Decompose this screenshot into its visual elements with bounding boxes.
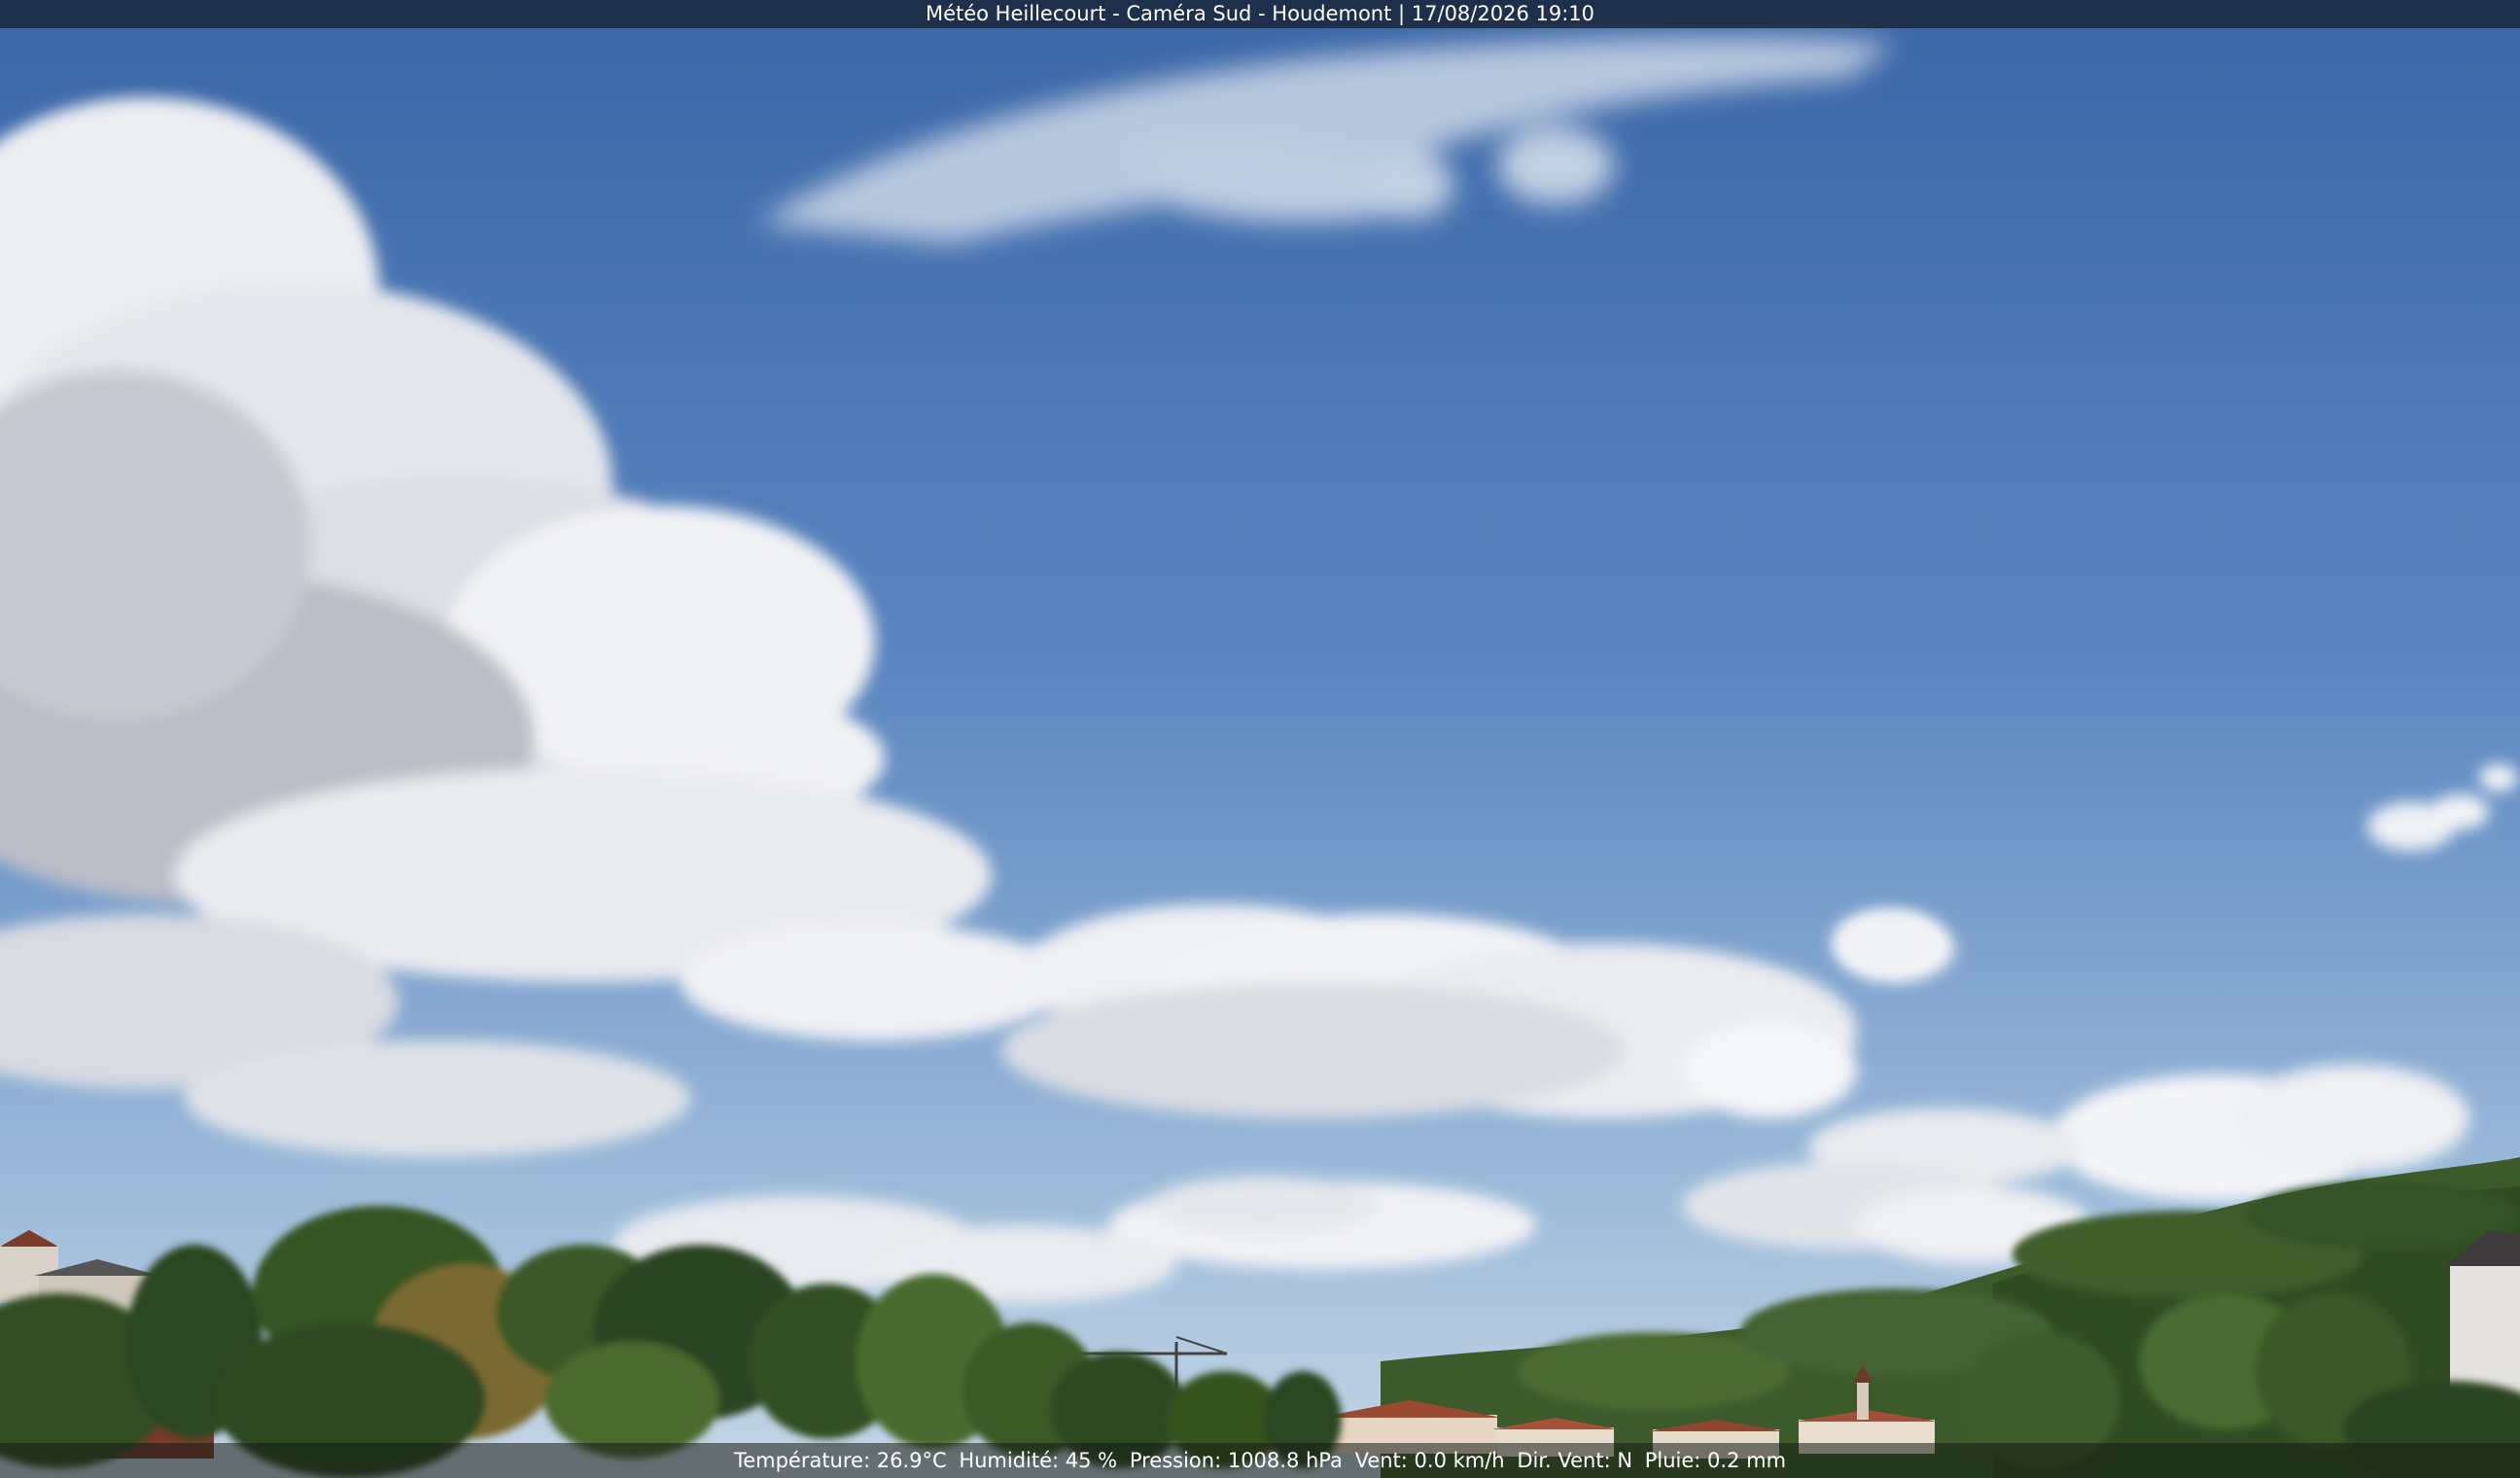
camera-title-bar: Météo Heillecourt - Caméra Sud - Houdemo… — [0, 0, 2520, 28]
humidity-readout: Humidité: 45 % — [959, 1449, 1118, 1472]
wind-direction-readout: Dir. Vent: N — [1517, 1449, 1633, 1472]
webcam-image — [0, 0, 2520, 1478]
camera-title: Météo Heillecourt - Caméra Sud - Houdemo… — [925, 2, 1595, 25]
pressure-readout: Pression: 1008.8 hPa — [1129, 1449, 1343, 1472]
weather-status-bar: Température: 26.9°C Humidité: 45 % Press… — [0, 1443, 2520, 1478]
wind-speed-readout: Vent: 0.0 km/h — [1354, 1449, 1505, 1472]
temperature-readout: Température: 26.9°C — [733, 1449, 947, 1472]
rain-readout: Pluie: 0.2 mm — [1644, 1449, 1787, 1472]
webcam-frame: Météo Heillecourt - Caméra Sud - Houdemo… — [0, 0, 2520, 1478]
